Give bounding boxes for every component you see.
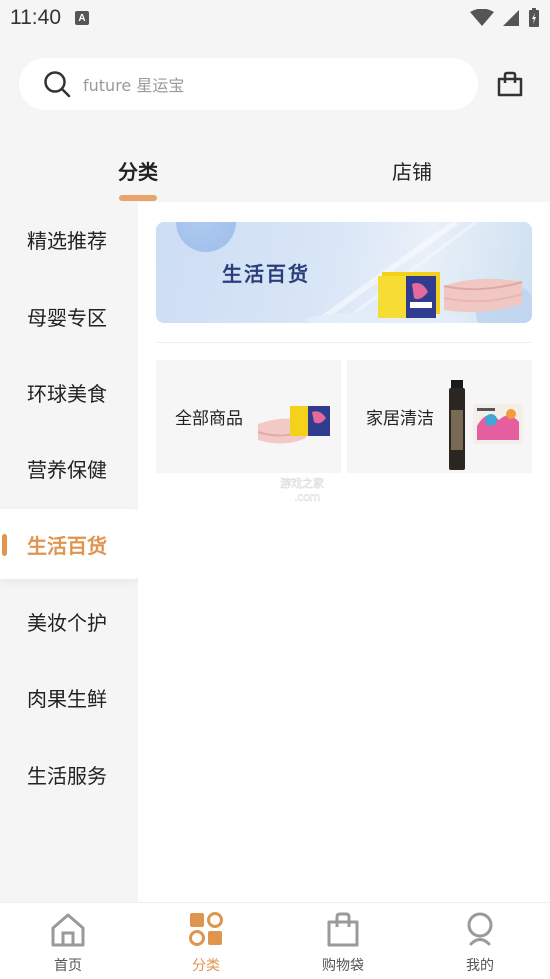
product-card-home-cleaning[interactable]: 家居清洁	[347, 360, 532, 473]
watermark-domain: .com	[294, 490, 320, 504]
nav-profile-label: 我的	[466, 958, 494, 974]
nav-bag[interactable]: 购物袋	[293, 903, 393, 979]
bottle-and-box-image	[449, 380, 523, 470]
signal-icon	[503, 10, 519, 26]
sidebar-item-global-food[interactable]: 环球美食	[0, 357, 138, 427]
category-banner[interactable]: 生活百货	[156, 222, 532, 323]
status-bar: 11:40 A	[0, 0, 550, 36]
watermark-logo: K73 游戏之家 .com	[209, 475, 324, 510]
battery-icon	[529, 8, 539, 27]
tissue-box-image	[378, 272, 440, 318]
user-icon	[467, 912, 493, 946]
divider	[156, 342, 532, 343]
nav-home[interactable]: 首页	[18, 903, 118, 979]
category-sidebar: 精选推荐 母婴专区 环球美食 营养保健 生活百货 美妆个护 肉果生鲜 生活服务	[0, 202, 138, 902]
product-card-all[interactable]: 全部商品	[156, 360, 341, 473]
active-item-indicator	[2, 534, 7, 556]
sidebar-item-featured[interactable]: 精选推荐	[0, 204, 138, 274]
sidebar-item-services[interactable]: 生活服务	[0, 739, 138, 809]
nav-profile[interactable]: 我的	[430, 903, 530, 979]
sidebar-item-daily-goods[interactable]: 生活百货	[0, 509, 138, 579]
watermark-brand: K73	[210, 476, 265, 508]
bottom-nav: 首页 分类 购物袋 我的	[0, 902, 550, 979]
watermark: K73 游戏之家 .com	[209, 474, 340, 513]
nav-category[interactable]: 分类	[156, 903, 256, 979]
category-content: 生活百货 全部商品 家居清洁	[138, 202, 550, 902]
top-tabs: 分类 店铺	[0, 148, 550, 208]
pink-towel-image	[443, 278, 523, 312]
sidebar-item-beauty[interactable]: 美妆个护	[0, 586, 138, 656]
status-time: 11:40	[10, 6, 61, 29]
product-card-label: 家居清洁	[366, 409, 434, 429]
banner-title: 生活百货	[222, 262, 310, 286]
shopping-bag-icon	[497, 71, 523, 97]
watermark-sub: 游戏之家	[280, 476, 324, 490]
bag-icon	[327, 912, 359, 947]
nav-category-label: 分类	[192, 958, 220, 974]
sidebar-item-fresh[interactable]: 肉果生鲜	[0, 662, 138, 732]
search-icon	[44, 71, 71, 98]
search-row: future 星运宝	[0, 58, 550, 110]
sidebar-item-label: 生活百货	[27, 533, 107, 558]
active-tab-indicator	[119, 195, 157, 201]
nav-bag-label: 购物袋	[322, 958, 364, 974]
search-input[interactable]: future 星运宝	[19, 58, 478, 110]
towel-and-tissue-image	[257, 406, 330, 444]
category-icon	[189, 912, 223, 946]
tab-store[interactable]: 店铺	[342, 148, 482, 192]
status-icons	[470, 8, 540, 28]
tab-category[interactable]: 分类	[68, 148, 208, 192]
sidebar-item-mother-baby[interactable]: 母婴专区	[0, 281, 138, 351]
notification-badge: A	[75, 11, 89, 25]
shopping-bag-button[interactable]	[496, 70, 524, 98]
home-icon	[51, 913, 85, 947]
wifi-icon	[470, 9, 494, 26]
search-placeholder: future 星运宝	[83, 76, 185, 95]
sidebar-item-nutrition[interactable]: 营养保健	[0, 433, 138, 503]
product-card-label: 全部商品	[175, 409, 243, 429]
nav-home-label: 首页	[54, 958, 82, 974]
